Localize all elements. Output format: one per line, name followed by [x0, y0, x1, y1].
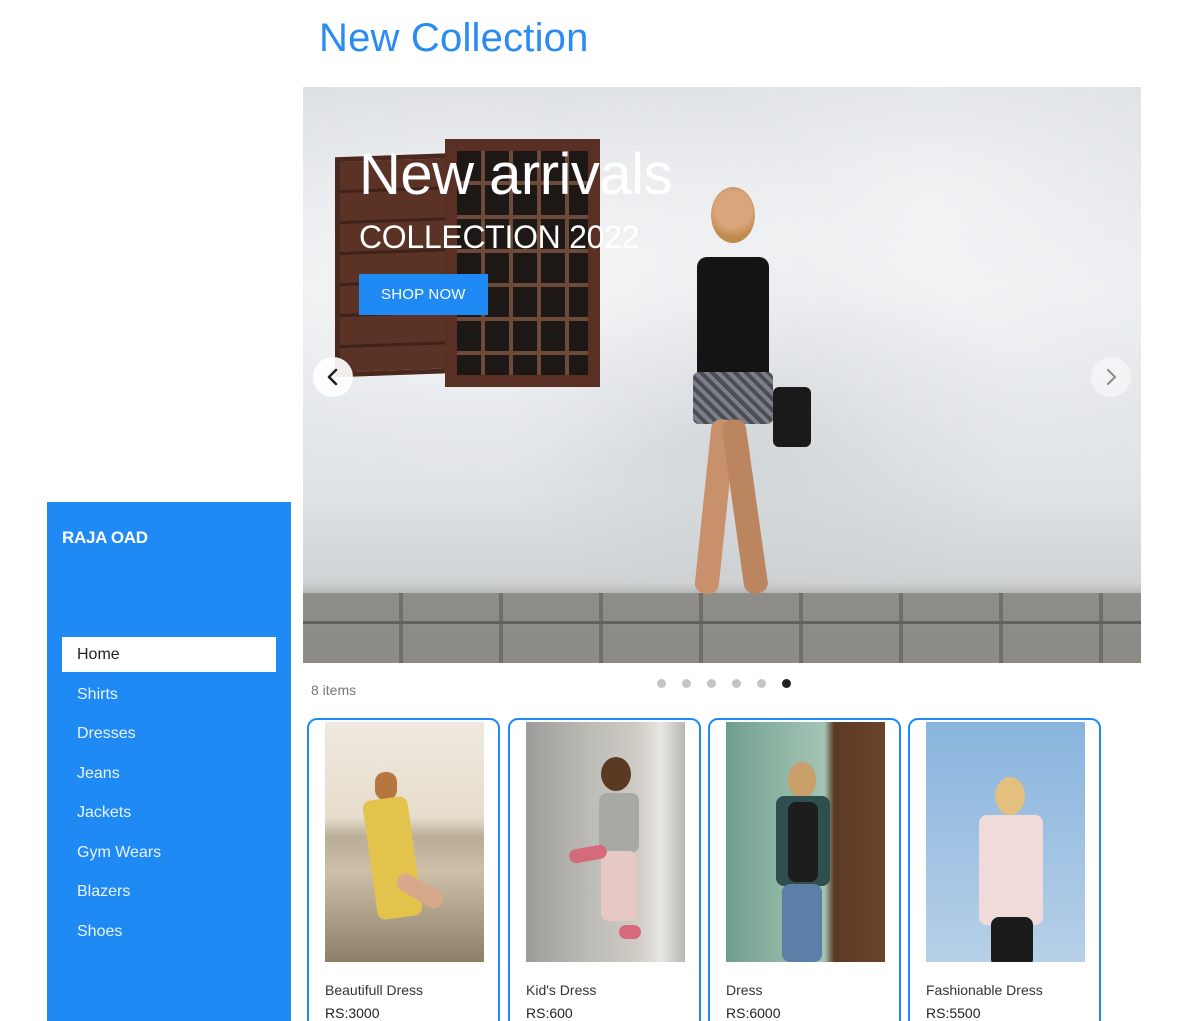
hero-carousel: New arrivals COLLECTION 2022 SHOP NOW: [303, 87, 1141, 663]
product-card[interactable]: Kid's Dress RS:600: [508, 718, 701, 1021]
product-name: Kid's Dress: [526, 982, 597, 998]
carousel-dot[interactable]: [782, 679, 791, 688]
product-name: Dress: [726, 982, 763, 998]
items-count: 8 items: [311, 682, 357, 698]
carousel-prev-button[interactable]: [313, 357, 353, 397]
sidebar-item-gym-wears[interactable]: Gym Wears: [62, 835, 276, 870]
carousel-indicators: [657, 679, 791, 688]
product-price: RS:3000: [325, 1005, 380, 1021]
product-name: Fashionable Dress: [926, 982, 1043, 998]
sidebar-nav: Home Shirts Dresses Jeans Jackets Gym We…: [62, 637, 276, 953]
carousel-dot[interactable]: [707, 679, 716, 688]
product-price: RS:600: [526, 1005, 573, 1021]
slide-caption: New arrivals COLLECTION 2022 SHOP NOW: [359, 142, 673, 315]
product-image: [526, 722, 685, 962]
sidebar-item-shoes[interactable]: Shoes: [62, 914, 276, 949]
slide-title: New arrivals: [359, 142, 673, 207]
product-image: [926, 722, 1085, 962]
chevron-right-icon: [1107, 369, 1116, 385]
product-price: RS:6000: [726, 1005, 781, 1021]
product-image: [726, 722, 885, 962]
page-title: New Collection: [319, 16, 589, 60]
carousel-dot[interactable]: [657, 679, 666, 688]
sidebar-item-home[interactable]: Home: [62, 637, 276, 672]
brand-name: RAJA OAD: [62, 528, 148, 547]
sidebar: RAJA OAD Home Shirts Dresses Jeans Jacke…: [47, 502, 291, 1021]
carousel-next-button[interactable]: [1091, 357, 1131, 397]
product-card[interactable]: Beautifull Dress RS:3000: [307, 718, 500, 1021]
product-card[interactable]: Dress RS:6000: [708, 718, 901, 1021]
slide-subtitle: COLLECTION 2022: [359, 219, 640, 255]
model-image: [663, 183, 811, 617]
product-price: RS:5500: [926, 1005, 981, 1021]
product-name: Beautifull Dress: [325, 982, 424, 998]
sidebar-item-jackets[interactable]: Jackets: [62, 795, 276, 830]
sidebar-item-blazers[interactable]: Blazers: [62, 874, 276, 909]
chevron-left-icon: [327, 368, 338, 386]
carousel-dot[interactable]: [757, 679, 766, 688]
product-image: [325, 722, 484, 962]
sidebar-item-shirts[interactable]: Shirts: [62, 677, 276, 712]
shop-now-button[interactable]: SHOP NOW: [359, 274, 488, 315]
carousel-dot[interactable]: [682, 679, 691, 688]
carousel-dot[interactable]: [732, 679, 741, 688]
sidebar-item-dresses[interactable]: Dresses: [62, 716, 276, 751]
product-card[interactable]: Fashionable Dress RS:5500: [908, 718, 1101, 1021]
sidebar-item-jeans[interactable]: Jeans: [62, 756, 276, 791]
